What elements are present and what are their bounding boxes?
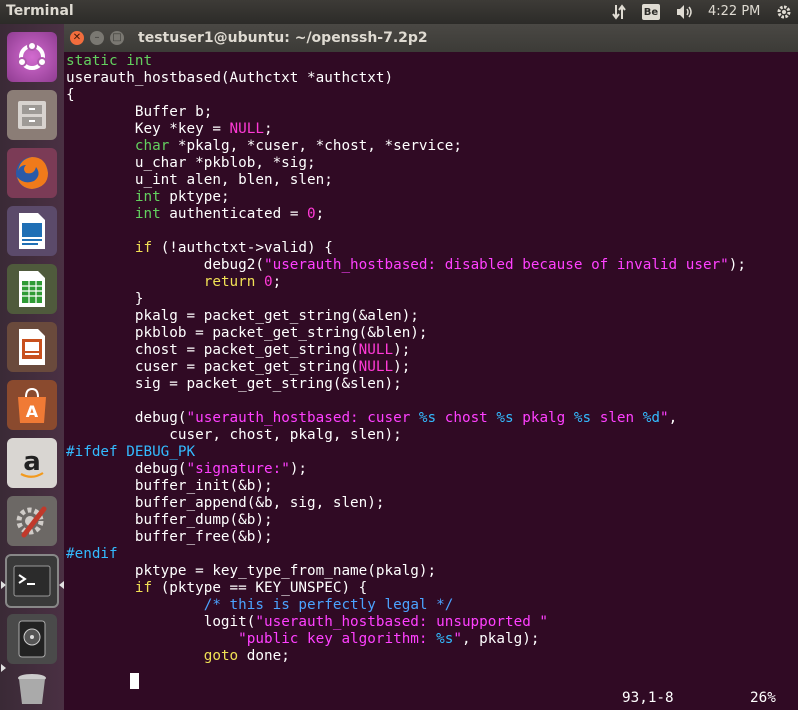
clock[interactable]: 4:22 PM <box>708 4 760 19</box>
network-icon[interactable] <box>608 0 630 24</box>
firefox-launcher-button[interactable] <box>7 148 57 198</box>
disk-drive-icon <box>18 620 46 658</box>
trash-launcher-button[interactable] <box>7 669 57 705</box>
code-line: userauth_hostbased(Authctxt *authctxt) <box>66 70 394 86</box>
settings-gear-icon[interactable] <box>774 0 794 24</box>
code-line: int pktype; <box>134 189 230 205</box>
disks-launcher-button[interactable] <box>7 614 57 664</box>
code-line: u_int alen, blen, slen; <box>66 172 333 188</box>
calc-launcher-button[interactable] <box>7 264 57 314</box>
ubuntu-logo-icon <box>17 41 47 70</box>
code-line: pktype = key_type_from_name(pkalg); <box>66 563 437 579</box>
settings-wrench-gear-icon <box>16 506 47 538</box>
code-line: /* this is perfectly legal */ <box>203 597 454 613</box>
svg-text:a: a <box>23 447 41 477</box>
scroll-percent: 26% <box>750 690 776 706</box>
writer-launcher-button[interactable] <box>7 206 57 256</box>
code-line: sig = packet_get_string(&slen); <box>66 376 402 392</box>
presentation-icon <box>19 329 45 365</box>
window-titlebar[interactable]: ✕ – □ testuser1@ubuntu: ~/openssh-7.2p2 <box>64 24 798 52</box>
code-line: u_char *pkblob, *sig; <box>66 155 316 171</box>
code-line: pkblob = packet_get_string(&blen); <box>66 325 428 341</box>
trash-icon <box>18 674 46 704</box>
code-line: debug("signature:"); <box>66 461 308 477</box>
code-line: pkalg = packet_get_string(&alen); <box>66 308 419 324</box>
amazon-icon: a <box>20 447 44 478</box>
text-cursor <box>130 673 139 689</box>
code-line: buffer_dump(&b); <box>66 512 273 528</box>
code-line: return 0; <box>203 274 282 290</box>
code-line: #ifdef DEBUG_PK <box>66 444 196 460</box>
code-line: if (pktype == KEY_UNSPEC) { <box>134 580 368 596</box>
code-line: chost = packet_get_string(NULL); <box>66 342 411 358</box>
code-line: Buffer b; <box>66 104 213 120</box>
keyboard-layout-label: Be <box>642 4 660 20</box>
code-line: goto done; <box>203 648 290 664</box>
terminal-window: ✕ – □ testuser1@ubuntu: ~/openssh-7.2p2 … <box>64 24 798 710</box>
files-launcher-button[interactable] <box>7 90 57 140</box>
code-line: "public key algorithm: %s", pkalg); <box>238 631 540 647</box>
disks-running-indicator <box>1 664 6 672</box>
top-panel: Terminal Be 4:22 PM <box>0 0 798 24</box>
window-close-button[interactable]: ✕ <box>70 31 84 45</box>
code-line: cuser = packet_get_string(NULL); <box>66 359 411 375</box>
terminal-running-indicator <box>1 581 6 589</box>
ubuntu-dash-button[interactable] <box>7 32 57 82</box>
shopping-bag-icon: A <box>18 387 46 423</box>
window-minimize-button[interactable]: – <box>90 31 104 45</box>
cursor-position: 93,1-8 <box>622 690 674 706</box>
keyboard-layout-indicator[interactable]: Be <box>640 0 662 24</box>
software-center-launcher-button[interactable]: A <box>7 380 57 430</box>
impress-launcher-button[interactable] <box>7 322 57 372</box>
code-line: #endif <box>66 546 118 562</box>
code-line: static int <box>66 53 153 69</box>
code-line: logit("userauth_hostbased: unsupported " <box>66 614 549 630</box>
code-line: cuser, chost, pkalg, slen); <box>66 427 402 443</box>
code-line: buffer_append(&b, sig, slen); <box>66 495 385 511</box>
code-line: } <box>66 291 144 307</box>
spreadsheet-icon <box>19 271 45 307</box>
svg-text:A: A <box>26 402 39 421</box>
document-writer-icon <box>19 213 45 249</box>
terminal-icon <box>13 565 51 597</box>
terminal-text-area[interactable]: static int userauth_hostbased(Authctxt *… <box>66 53 798 710</box>
window-title: testuser1@ubuntu: ~/openssh-7.2p2 <box>138 30 428 46</box>
code-line: char *pkalg, *cuser, *chost, *service; <box>134 138 462 154</box>
code-line: if (!authctxt->valid) { <box>134 240 333 256</box>
code-line: buffer_init(&b); <box>66 478 273 494</box>
system-settings-launcher-button[interactable] <box>7 496 57 546</box>
window-maximize-button[interactable]: □ <box>110 31 124 45</box>
code-line: int authenticated = 0; <box>134 206 325 222</box>
code-line: { <box>66 87 75 103</box>
firefox-icon <box>16 157 48 189</box>
amazon-launcher-button[interactable]: a <box>7 438 57 488</box>
volume-icon[interactable] <box>674 0 696 24</box>
file-cabinet-icon <box>18 101 46 129</box>
terminal-launcher-button[interactable] <box>5 554 59 608</box>
code-line: debug2("userauth_hostbased: disabled bec… <box>66 257 747 273</box>
code-line: Key *key = NULL; <box>66 121 273 137</box>
code-line: debug("userauth_hostbased: cuser %s chos… <box>66 410 678 426</box>
launcher: A a <box>0 24 65 710</box>
code-line: buffer_free(&b); <box>66 529 273 545</box>
active-app-name: Terminal <box>6 3 74 19</box>
